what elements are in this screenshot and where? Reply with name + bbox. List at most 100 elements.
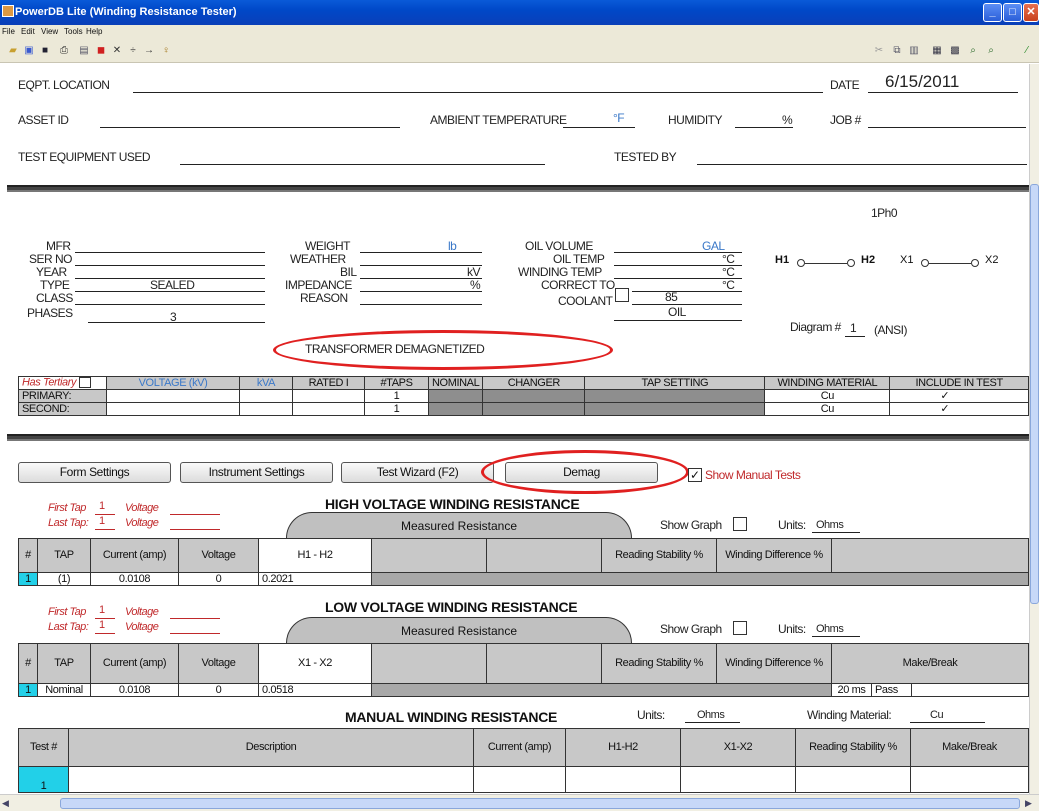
- lv-units-value[interactable]: Ohms: [816, 623, 844, 635]
- table-cell[interactable]: [292, 402, 365, 416]
- form-icon[interactable]: ▤: [77, 44, 91, 57]
- manual-material-value[interactable]: Cu: [930, 709, 944, 721]
- reason-field[interactable]: [360, 304, 482, 305]
- h1-h2-cell[interactable]: 0.2021: [258, 572, 372, 586]
- include-checkbox[interactable]: ✓: [889, 389, 1029, 403]
- menu-file[interactable]: File: [2, 27, 15, 36]
- grid-icon[interactable]: ▦: [930, 44, 944, 57]
- lv-last-tap-value[interactable]: 1: [99, 619, 105, 631]
- scroll-thumb[interactable]: [60, 798, 1020, 809]
- row-number[interactable]: 1: [18, 572, 38, 586]
- voltage-cell[interactable]: 0: [178, 572, 259, 586]
- show-manual-tests-checkbox[interactable]: ✓: [688, 468, 702, 482]
- menu-edit[interactable]: Edit: [21, 27, 35, 36]
- weather-field[interactable]: [360, 265, 482, 266]
- arrow-icon[interactable]: →: [142, 44, 156, 57]
- x1-x2-cell[interactable]: 0.0518: [258, 683, 372, 697]
- table-cell[interactable]: [106, 389, 240, 403]
- table-cell[interactable]: [292, 389, 365, 403]
- copy-icon[interactable]: ⧉: [890, 44, 904, 57]
- lv-first-tap-value[interactable]: 1: [99, 604, 105, 616]
- make-break-time[interactable]: 20 ms: [831, 683, 872, 697]
- date-value[interactable]: 6/15/2011: [885, 72, 959, 92]
- find-icon[interactable]: ⌕: [966, 44, 980, 57]
- taps-cell[interactable]: 1: [364, 389, 429, 403]
- close-button[interactable]: ✕: [1023, 3, 1039, 22]
- sort-icon[interactable]: ÷: [126, 44, 140, 57]
- taps-cell[interactable]: 1: [364, 402, 429, 416]
- voltage-cell[interactable]: 0: [178, 683, 259, 697]
- table-cell[interactable]: [680, 766, 796, 793]
- menu-help[interactable]: Help: [86, 27, 102, 36]
- hv-first-tap-value[interactable]: 1: [99, 500, 105, 512]
- test-icon[interactable]: ◼: [94, 44, 108, 57]
- new-icon[interactable]: ▣: [22, 44, 36, 57]
- paste-icon[interactable]: ▥: [907, 44, 921, 57]
- mfr-field[interactable]: [75, 252, 265, 253]
- cut-icon[interactable]: ✂: [872, 44, 886, 57]
- table-cell[interactable]: [239, 402, 293, 416]
- correct-to-checkbox[interactable]: [615, 288, 629, 302]
- instrument-settings-button[interactable]: Instrument Settings: [180, 462, 333, 483]
- maximize-button[interactable]: □: [1003, 3, 1022, 22]
- weight-field[interactable]: [360, 252, 482, 253]
- table-cell[interactable]: [910, 766, 1029, 793]
- asset-id-field[interactable]: [100, 127, 400, 128]
- tap-cell[interactable]: (1): [37, 572, 91, 586]
- scroll-thumb[interactable]: [1030, 184, 1039, 604]
- material-cell[interactable]: Cu: [764, 389, 891, 403]
- table-cell[interactable]: [911, 683, 1029, 697]
- make-break-result[interactable]: Pass: [871, 683, 912, 697]
- delete-icon[interactable]: ✕: [110, 44, 124, 57]
- horizontal-scrollbar[interactable]: ◀ ▶: [0, 794, 1039, 811]
- type-value[interactable]: SEALED: [150, 278, 195, 292]
- row-number[interactable]: 1: [18, 766, 69, 793]
- open-icon[interactable]: ▰: [6, 44, 20, 57]
- test-equipment-field[interactable]: [180, 164, 545, 165]
- class-field[interactable]: [75, 304, 265, 305]
- hv-last-tap-value[interactable]: 1: [99, 515, 105, 527]
- manual-units-value[interactable]: Ohms: [697, 709, 725, 721]
- diagram-value[interactable]: 1: [850, 321, 857, 335]
- table-cell[interactable]: [473, 766, 566, 793]
- hv-voltage-field[interactable]: [170, 514, 220, 515]
- lv-voltage-field[interactable]: [170, 618, 220, 619]
- eqpt-location-field[interactable]: [133, 92, 823, 93]
- ambient-temp-field[interactable]: [563, 127, 635, 128]
- key-icon[interactable]: ♀: [159, 44, 173, 57]
- ser-no-field[interactable]: [75, 265, 265, 266]
- scroll-right-icon[interactable]: ▶: [1025, 798, 1032, 809]
- table-cell[interactable]: [565, 766, 681, 793]
- form-settings-button[interactable]: Form Settings: [18, 462, 171, 483]
- table-cell[interactable]: [239, 389, 293, 403]
- table-cell[interactable]: [106, 402, 240, 416]
- tested-by-field[interactable]: [697, 164, 1027, 165]
- menu-view[interactable]: View: [41, 27, 58, 36]
- hv-units-value[interactable]: Ohms: [816, 519, 844, 531]
- table-icon[interactable]: ▩: [948, 44, 962, 57]
- include-checkbox[interactable]: ✓: [889, 402, 1029, 416]
- impedance-field[interactable]: [360, 291, 482, 292]
- humidity-field[interactable]: [735, 127, 793, 128]
- hv-show-graph-checkbox[interactable]: [733, 517, 747, 531]
- vertical-scrollbar[interactable]: [1029, 64, 1039, 794]
- lv-show-graph-checkbox[interactable]: [733, 621, 747, 635]
- scroll-left-icon[interactable]: ◀: [2, 798, 9, 809]
- coolant-value[interactable]: OIL: [668, 305, 686, 319]
- bil-field[interactable]: [360, 278, 482, 279]
- row-number[interactable]: 1: [18, 683, 38, 697]
- minimize-button[interactable]: _: [983, 3, 1002, 22]
- menu-tools[interactable]: Tools: [64, 27, 83, 36]
- table-cell[interactable]: [68, 766, 474, 793]
- find-next-icon[interactable]: ⌕: [984, 44, 998, 57]
- current-cell[interactable]: 0.0108: [90, 572, 179, 586]
- current-cell[interactable]: 0.0108: [90, 683, 179, 697]
- save-icon[interactable]: ■: [38, 44, 52, 57]
- correct-to-value[interactable]: 85: [665, 290, 678, 304]
- lv-last-voltage-field[interactable]: [170, 633, 220, 634]
- material-cell[interactable]: Cu: [764, 402, 891, 416]
- job-field[interactable]: [868, 127, 1026, 128]
- chart-icon[interactable]: ⁄: [1020, 44, 1034, 57]
- hv-last-voltage-field[interactable]: [170, 529, 220, 530]
- test-wizard-button[interactable]: Test Wizard (F2): [341, 462, 494, 483]
